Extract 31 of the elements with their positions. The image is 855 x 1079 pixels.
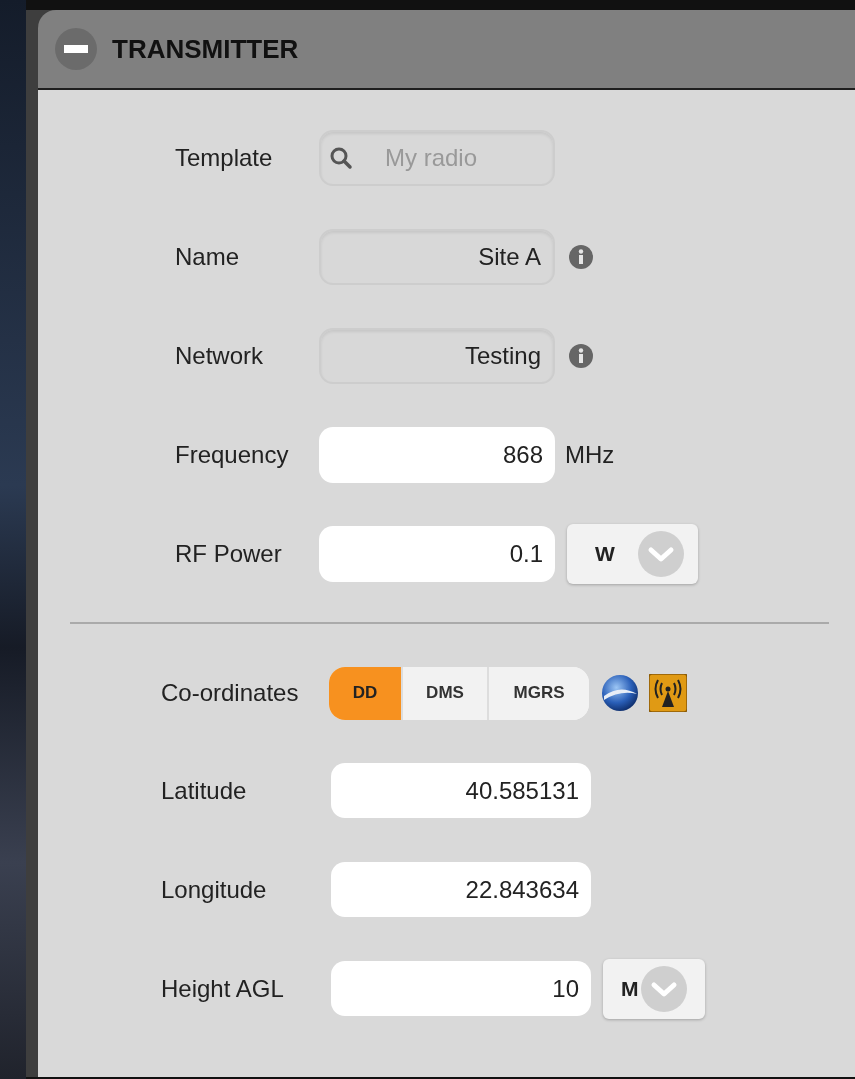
field-label: Frequency	[175, 440, 290, 469]
input-field[interactable]: 0.1	[319, 525, 555, 582]
field-label: Network	[175, 341, 265, 370]
radio-tower-icon[interactable]	[649, 674, 687, 712]
input-field[interactable]: 40.585131	[331, 763, 591, 818]
field-label: Template	[175, 143, 274, 172]
chevron-down-icon	[640, 965, 687, 1012]
field-label: Co-ordinates	[161, 679, 300, 707]
unit-dropdown[interactable]: M	[603, 958, 705, 1019]
input-field[interactable]: 10	[331, 961, 591, 1016]
search-icon	[329, 145, 353, 170]
unit-dropdown[interactable]: W	[567, 523, 698, 584]
text-field[interactable]: Testing	[319, 327, 555, 384]
field-label: Height AGL	[161, 974, 285, 1003]
input-field[interactable]: 868	[319, 426, 555, 483]
search-field[interactable]: My radio	[319, 129, 555, 186]
field-label: Name	[175, 242, 241, 271]
info-icon[interactable]	[569, 343, 593, 368]
chevron-down-icon	[638, 530, 684, 577]
field-label: Latitude	[161, 776, 248, 805]
panel-title: TRANSMITTER	[112, 33, 299, 65]
text-field[interactable]: Site A	[319, 228, 555, 285]
format-tab[interactable]: MGRS	[487, 666, 589, 720]
info-icon[interactable]	[569, 244, 593, 269]
format-tab[interactable]: DD	[329, 666, 401, 720]
input-field[interactable]: 22.843634	[331, 862, 591, 917]
field-label: RF Power	[175, 539, 283, 568]
field-label: Longitude	[161, 875, 268, 904]
unit-label: MHz	[565, 440, 615, 469]
collapse-button[interactable]	[55, 28, 97, 70]
globe-icon[interactable]	[601, 674, 639, 712]
